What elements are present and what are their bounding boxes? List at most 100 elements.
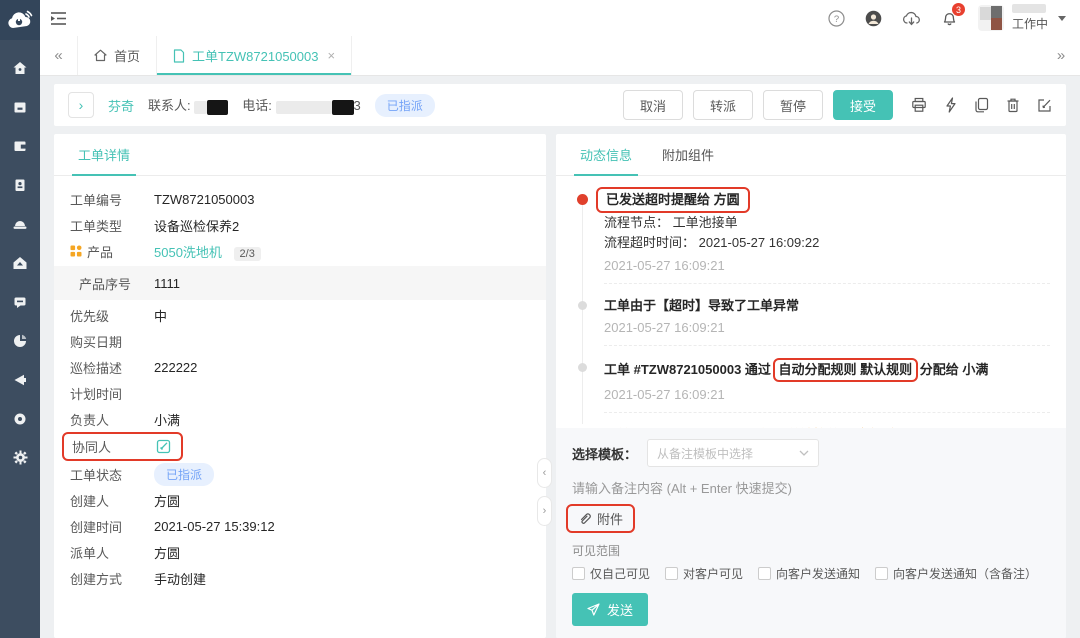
product-link[interactable]: 5050洗地机 [154,245,222,260]
page-tabbar: « 首页 工单TZW8721050003 × » [40,36,1080,76]
checkbox-notify-customer-with-note[interactable]: 向客户发送通知（含备注） [875,565,1037,582]
timeline-item: 工单 #TZW8721050003 通过 自动分配规则 默认规则 分配给 小满 … [572,358,1050,402]
auto-assign-rule-annotation-box: 自动分配规则 默认规则 [773,358,919,382]
reports-icon[interactable] [0,321,40,360]
edit-collaborator-icon[interactable] [156,439,171,454]
contact-redacted [194,101,207,114]
checkbox-notify-customer[interactable]: 向客户发送通知 [758,565,860,582]
app-sidebar [0,0,40,638]
note-input[interactable]: 请输入备注内容 (Alt + Enter 快速提交) [572,478,1050,497]
phone-redacted [276,101,332,114]
field-creator: 创建人 方圆 [70,487,530,513]
message-icon[interactable] [0,282,40,321]
field-order-type: 工单类型 设备巡检保养2 [70,212,530,238]
orders-icon[interactable] [0,87,40,126]
work-status: 工作中 [1012,15,1048,32]
workbench-icon[interactable] [0,126,40,165]
customer-name-link[interactable]: 芬奇 [108,96,134,115]
workorder-action-bar: › 芬奇 联系人: 电话: 3 已指派 取消 转派 暂停 接受 [54,84,1066,126]
field-status: 工单状态 已指派 [70,461,530,487]
bell-icon[interactable]: 3 [941,9,958,27]
tab-activity-info[interactable]: 动态信息 [580,134,632,175]
print-icon[interactable] [911,97,927,113]
tab-scroll-right[interactable]: » [1042,36,1080,75]
workorder-detail-panel: 工单详情 工单编号 TZW8721050003 工单类型 设备巡检保养2 [54,134,546,638]
field-create-time: 创建时间 2021-05-27 15:39:12 [70,513,530,539]
app-logo[interactable] [0,0,40,40]
help-icon[interactable]: ? [828,10,845,27]
user-icon[interactable] [865,10,882,27]
field-inspect-desc: 巡检描述 222222 [70,354,530,380]
workorder-status-badge: 已指派 [154,463,214,486]
product-grid-icon [70,245,82,257]
tab-scroll-left[interactable]: « [40,36,78,75]
chevron-down-icon [1058,16,1066,21]
home-icon[interactable] [0,48,40,87]
cancel-button[interactable]: 取消 [623,90,683,120]
select-caret-icon [799,450,809,456]
checkbox-customer-visible[interactable]: 对客户可见 [665,565,743,582]
notification-badge: 3 [952,3,965,16]
accept-button[interactable]: 接受 [833,90,893,120]
delete-icon[interactable] [1006,97,1020,113]
document-icon [173,49,185,63]
location-icon[interactable] [0,399,40,438]
checkbox-icon [758,567,771,580]
top-navbar: ? 3 工作中 [40,0,1080,36]
avatar [978,5,1004,31]
customers-icon[interactable] [0,165,40,204]
checkbox-icon [875,567,888,580]
field-serial: 产品序号 1111 [54,266,546,300]
close-tab-icon[interactable]: × [327,48,335,63]
menu-fold-icon[interactable] [50,11,67,26]
timeout-reminder-annotation-box: 已发送超时提醒给 方圆 [596,187,750,213]
attachment-annotation-box: 附件 [566,504,635,533]
announcement-icon[interactable] [0,360,40,399]
svg-text:?: ? [834,14,839,25]
tab-home[interactable]: 首页 [78,36,157,75]
warehouse-icon[interactable] [0,243,40,282]
settings-icon[interactable] [0,438,40,477]
tab-home-label: 首页 [114,46,140,65]
attach-file-button[interactable]: 附件 [578,509,623,528]
timeline-timestamp: 2021-05-27 16:09:21 [604,387,1050,402]
product-count-badge: 2/3 [234,247,261,261]
timeline-item: 工单 #TZW8721050003 已在 工单池接单 节点超时 2021-05-… [572,425,1050,428]
service-icon[interactable] [0,204,40,243]
send-button[interactable]: 发送 [572,593,648,626]
paperclip-icon [578,512,592,526]
flash-icon[interactable] [944,97,957,113]
timeout-warning-text: 工单 #TZW8721050003 已在 工单池接单 节点超时 [604,425,1050,428]
template-select[interactable]: 从备注模板中选择 [647,439,819,467]
tab-workorder-label: 工单TZW8721050003 [192,46,318,65]
timeline-timestamp: 2021-05-27 16:09:21 [604,258,1050,273]
copy-icon[interactable] [974,97,989,113]
checkbox-icon [665,567,678,580]
transfer-button[interactable]: 转派 [693,90,753,120]
field-priority: 优先级 中 [70,302,530,328]
timeline-item: 工单由于【超时】导致了工单异常 2021-05-27 16:09:21 [572,296,1050,336]
edit-icon[interactable] [1037,98,1052,113]
field-product: 产品 5050洗地机 2/3 [70,238,530,264]
phone-label: 电话: [242,98,272,113]
collapse-left-handle[interactable]: ‹ [537,458,552,488]
tab-addons[interactable]: 附加组件 [662,134,714,175]
pause-button[interactable]: 暂停 [763,90,823,120]
activity-panel: 动态信息 附加组件 已发送超时提醒给 方圆 流程节点： 工单池接单 流程超时时间… [556,134,1066,638]
expand-detail-button[interactable]: › [68,92,94,118]
activity-timeline: 已发送超时提醒给 方圆 流程节点： 工单池接单 流程超时时间： 2021-05-… [572,176,1050,428]
field-plan-time: 计划时间 [70,380,530,406]
tab-workorder[interactable]: 工单TZW8721050003 × [157,36,352,75]
timeline-timestamp: 2021-05-27 16:09:21 [604,320,1050,335]
field-purchase-date: 购买日期 [70,328,530,354]
paper-plane-icon [587,603,600,616]
collaborator-annotation-box: 协同人 [62,432,183,461]
user-menu[interactable]: 工作中 [978,4,1066,32]
collapse-right-handle[interactable]: › [537,496,552,526]
template-label: 选择模板： [572,444,637,463]
checkbox-self-visible[interactable]: 仅自己可见 [572,565,650,582]
tab-workorder-detail[interactable]: 工单详情 [78,134,130,175]
page-content: › 芬奇 联系人: 电话: 3 已指派 取消 转派 暂停 接受 [40,76,1080,638]
cloud-download-icon[interactable] [902,10,921,26]
visibility-label: 可见范围 [572,542,1050,559]
